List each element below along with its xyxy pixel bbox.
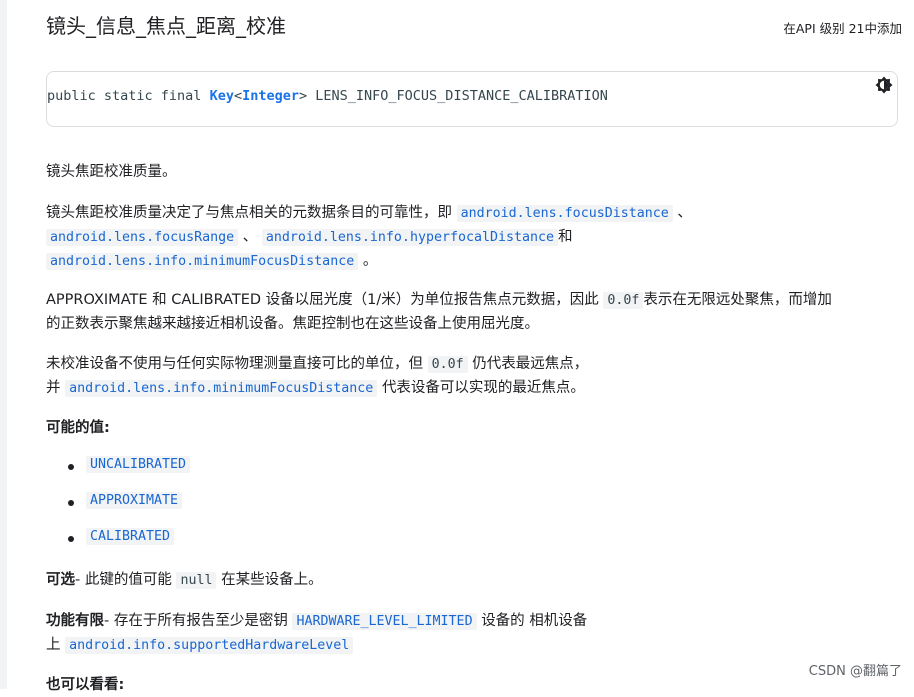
text: 仍代表最远焦点， <box>472 356 589 372</box>
generic-open: < <box>233 88 243 104</box>
text: 并 <box>46 380 61 396</box>
paragraph-reliability-line2: android.lens.focusRange 、 android.lens.i… <box>46 225 573 250</box>
paragraph-diopters-line1: APPROXIMATE 和 CALIBRATED 设备以屈光度（1/米）为单位报… <box>46 288 832 313</box>
inline-code-zero: 0.0f <box>427 356 468 373</box>
text: - 此键的值可能 <box>75 572 172 588</box>
bullet <box>68 536 74 542</box>
see-also-heading: 也可以看看: <box>46 677 125 693</box>
hardware-level-limited-link[interactable]: HARDWARE_LEVEL_LIMITED <box>292 613 477 630</box>
paragraph-uncalibrated-line1: 未校准设备不使用与任何实际物理测量直接可比的单位，但 0.0f 仍代表最远焦点， <box>46 352 588 377</box>
paragraph-reliability-line3: android.lens.info.minimumFocusDistance 。 <box>46 249 377 274</box>
minimum-focus-distance-link[interactable]: android.lens.info.minimumFocusDistance <box>46 253 359 270</box>
value-approximate-link[interactable]: APPROXIMATE <box>86 492 183 509</box>
dark-code-theme-toggle[interactable] <box>874 75 894 95</box>
value-uncalibrated-link[interactable]: UNCALIBRATED <box>86 456 191 473</box>
text: - 存在于所有报告至少是密钥 <box>104 613 288 629</box>
supported-hardware-level-link[interactable]: android.info.supportedHardwareLevel <box>65 637 354 654</box>
text: 镜头焦距校准质量决定了与焦点相关的元数据条目的可靠性，即 <box>46 205 452 221</box>
generic-close: > <box>299 88 308 104</box>
inline-code-null: null <box>176 572 217 589</box>
bullet <box>68 464 74 470</box>
csdn-watermark: CSDN @翻篇了 <box>808 664 902 679</box>
paragraph-uncalibrated-line2: 并 android.lens.info.minimumFocusDistance… <box>46 376 585 401</box>
limited-note-line2: 上 android.info.supportedHardwareLevel <box>46 633 354 658</box>
hyperfocal-distance-link[interactable]: android.lens.info.hyperfocalDistance <box>261 229 559 246</box>
field-name: LENS_INFO_FOCUS_DISTANCE_CALIBRATION <box>307 88 608 104</box>
signature-modifiers: public static final <box>47 88 210 104</box>
text: 代表设备可以实现的最近焦点。 <box>381 380 585 396</box>
focus-distance-link[interactable]: android.lens.focusDistance <box>456 205 673 222</box>
optional-label: 可选 <box>46 572 75 588</box>
inline-code-zero: 0.0f <box>603 292 644 309</box>
text: 、 <box>677 205 692 221</box>
text: 和 <box>558 229 573 245</box>
paragraph-diopters-line2: 的正数表示聚焦越来越接近相机设备。焦距控制也在这些设备上使用屈光度。 <box>46 316 539 332</box>
summary-paragraph: 镜头焦距校准质量。 <box>46 164 177 180</box>
optional-note: 可选- 此键的值可能 null 在某些设备上。 <box>46 568 323 593</box>
text: 未校准设备不使用与任何实际物理测量直接可比的单位，但 <box>46 356 423 372</box>
focus-range-link[interactable]: android.lens.focusRange <box>46 229 239 246</box>
api-level-badge: 在API 级别 21中添加 <box>783 21 902 36</box>
left-gutter <box>0 0 7 689</box>
possible-values-heading: 可能的值: <box>46 420 110 436</box>
text: APPROXIMATE 和 CALIBRATED 设备以屈光度（1/米）为单位报… <box>46 292 599 308</box>
text: 在某些设备上。 <box>221 572 323 588</box>
page-title: 镜头_信息_焦点_距离_校准 <box>46 14 286 38</box>
text: 表示在无限远处聚焦，而增加 <box>643 292 832 308</box>
field-signature: public static final Key<Integer> LENS_IN… <box>47 88 608 104</box>
limited-label: 功能有限 <box>46 613 104 629</box>
signature-code-block: public static final Key<Integer> LENS_IN… <box>46 71 898 127</box>
bullet <box>68 500 74 506</box>
paragraph-reliability-line1: 镜头焦距校准质量决定了与焦点相关的元数据条目的可靠性，即 android.len… <box>46 201 692 226</box>
brightness-icon <box>875 76 893 94</box>
minimum-focus-distance-link[interactable]: android.lens.info.minimumFocusDistance <box>65 380 378 397</box>
text: 设备的 相机设备 <box>481 613 588 629</box>
integer-type-link[interactable]: Integer <box>242 88 299 104</box>
key-type-link[interactable]: Key <box>210 88 234 104</box>
value-calibrated-link[interactable]: CALIBRATED <box>86 528 175 545</box>
limited-note-line1: 功能有限- 存在于所有报告至少是密钥 HARDWARE_LEVEL_LIMITE… <box>46 609 587 634</box>
text: 上 <box>46 637 61 653</box>
text: 、 <box>242 229 258 245</box>
text: 。 <box>362 253 378 269</box>
